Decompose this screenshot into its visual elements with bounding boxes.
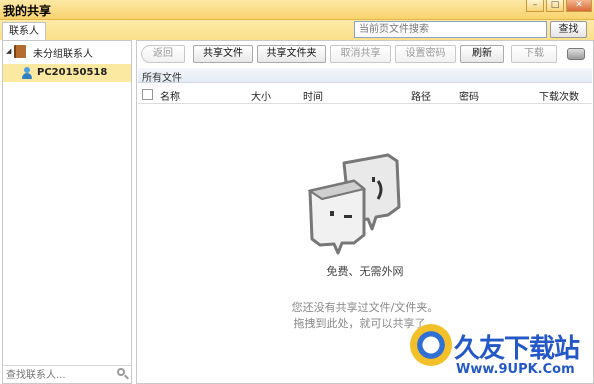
empty-title: 免费、无需外网 [326, 265, 404, 278]
contact-search-box [3, 365, 131, 383]
empty-message-line1: 您还没有共享过文件/文件夹。 [291, 301, 439, 314]
collapse-arrow-icon[interactable]: ◢ [6, 47, 11, 55]
drive-icon[interactable] [567, 48, 585, 60]
maximize-button[interactable]: □ [546, 0, 564, 12]
search-icon[interactable] [117, 368, 129, 380]
chat-boxes-icon [307, 153, 401, 255]
close-button[interactable]: ✕ [566, 0, 592, 12]
folder-label: 所有文件 [142, 73, 182, 84]
table-header: 名称 大小 时间 路径 密码 下载次数 [138, 84, 592, 104]
watermark-url: Www.9UPK.Com [456, 362, 575, 377]
share-folder-button[interactable]: 共享文件夹 [257, 45, 326, 63]
contact-group[interactable]: ◢ 未分组联系人 [3, 43, 131, 60]
share-file-button[interactable]: 共享文件 [193, 45, 253, 63]
watermark: 久友下载站 Www.9UPK.Com [410, 322, 594, 382]
tab-contacts[interactable]: 联系人 [2, 22, 46, 41]
window-title: 我的共享 [3, 4, 52, 18]
column-time[interactable]: 时间 [303, 88, 323, 103]
contact-item[interactable]: PC20150518 [3, 64, 131, 82]
file-search-input[interactable] [354, 21, 547, 38]
contact-search-input[interactable] [6, 368, 114, 382]
refresh-button[interactable]: 刷新 [460, 45, 504, 63]
toolbar: 返回 共享文件 共享文件夹 取消共享 设置密码 刷新 下载 [137, 41, 593, 67]
column-downloads[interactable]: 下载次数 [539, 88, 579, 103]
contact-name: PC20150518 [37, 67, 108, 78]
minimize-button[interactable]: – [526, 0, 544, 12]
column-path[interactable]: 路径 [411, 88, 431, 103]
cancel-share-button[interactable]: 取消共享 [330, 45, 391, 63]
search-row: 查找 [0, 20, 594, 40]
select-all-checkbox[interactable] [142, 89, 153, 100]
user-icon [21, 67, 32, 79]
set-password-button[interactable]: 设置密码 [395, 45, 456, 63]
address-book-icon [14, 45, 26, 58]
breadcrumb: 所有文件 [138, 68, 592, 84]
group-label: 未分组联系人 [33, 49, 93, 60]
download-button[interactable]: 下载 [511, 45, 557, 63]
column-size[interactable]: 大小 [251, 88, 271, 103]
contacts-sidebar: ◢ 未分组联系人 PC20150518 [2, 40, 132, 384]
column-password[interactable]: 密码 [459, 88, 479, 103]
watermark-logo-icon [410, 324, 452, 366]
search-button[interactable]: 查找 [550, 21, 587, 38]
back-button[interactable]: 返回 [141, 45, 185, 63]
column-name[interactable]: 名称 [160, 88, 180, 103]
title-bar: 我的共享 – □ ✕ [0, 0, 594, 20]
watermark-brand: 久友下载站 [454, 334, 580, 364]
